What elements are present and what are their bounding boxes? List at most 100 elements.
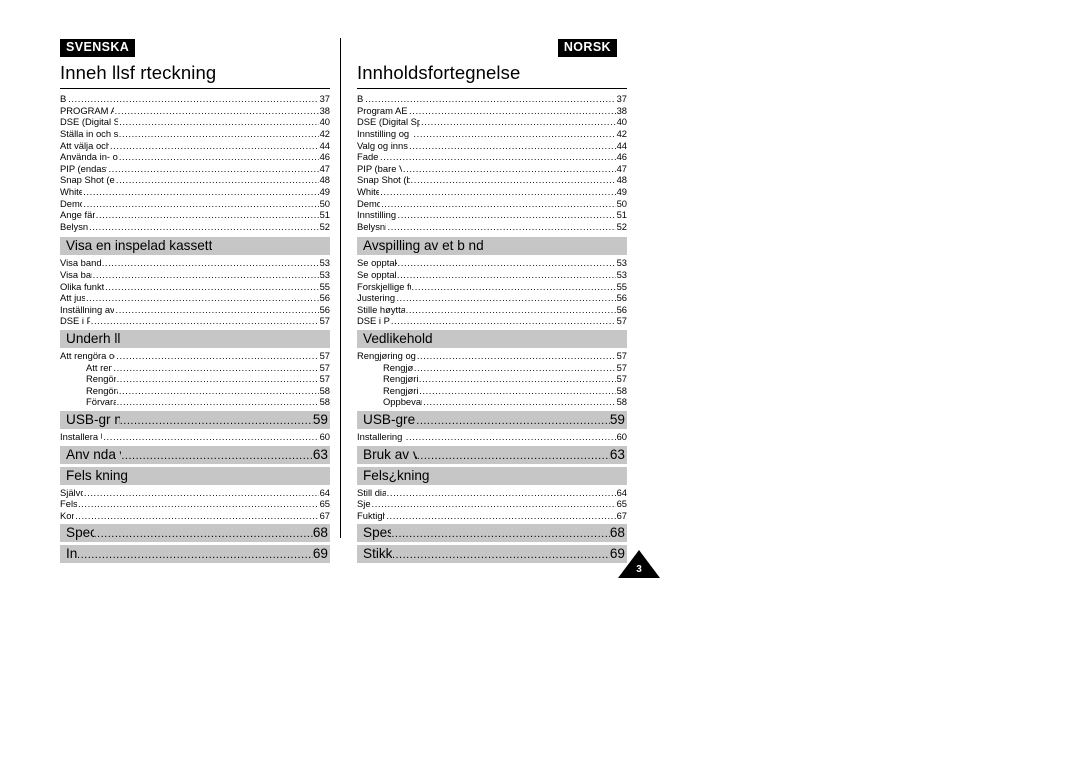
toc-entry-label: Installering av USB Media-program [357,430,405,442]
toc-entry[interactable]: Innstilling av farge dato/tittel........… [357,209,627,221]
leader-dots: ........................................… [78,498,319,510]
toc-entry[interactable]: Fade inn og ut..........................… [357,151,627,163]
toc-entry-label: Valg og innspilling av opptak med tittel [357,139,408,151]
toc-entry[interactable]: Självdiagnostik.........................… [60,487,330,499]
toc-entry[interactable]: Demonstrasjon...........................… [357,198,627,210]
toc-entry[interactable]: Ställa in och spela in datum/tid (DATE/T… [60,128,330,140]
toc-section-title: USB-grensesnitt (bare VP-L870) [363,411,416,427]
toc-entry[interactable]: Rengjøring og oppbevaring av videokamera… [357,350,627,362]
toc-section-header[interactable]: Bruk av videokameraet i utlandet........… [357,445,627,464]
toc-section-header[interactable]: Spesifikasjoner.........................… [357,524,627,543]
toc-sub-entry[interactable]: Förvara videokameran....................… [60,396,330,408]
toc-entry[interactable]: Innstilling og opptak av dato og klokkes… [357,128,627,140]
toc-sub-entry[interactable]: Rengöra LCD-panelen.....................… [60,373,330,385]
toc-entry[interactable]: BLC.....................................… [60,93,330,105]
toc-entry[interactable]: PROGRAM AE (Automatisk Exponering)......… [60,105,330,117]
toc-sub-entry[interactable]: Att rengöra sökaren.....................… [60,362,330,374]
toc-entry-label: Program AE (automatisk eksponering) [357,104,408,116]
toc-sub-entry[interactable]: Rengjøring av LCD-panelet...............… [357,373,627,385]
toc-section-title: Avspilling av et b nd [363,238,484,254]
toc-section-header[interactable]: Anv nda videokameran utomlands..........… [60,445,330,464]
toc-entry[interactable]: Olika funktioner i PLAYER-läget.........… [60,281,330,293]
toc-entry-label: Forskjellige funksjoner i PLAYER-modus [357,280,411,292]
toc-section-header[interactable]: Fels kning [60,466,330,485]
toc-entry[interactable]: Se opptaket i et TV-apparat.............… [357,269,627,281]
toc-entry[interactable]: DSE (Digital Special Effects) i CAMERA-i… [357,116,627,128]
leader-dots: ........................................… [419,384,616,396]
toc-entry[interactable]: Sjekking................................… [357,498,627,510]
toc-entry-page: 40 [616,116,627,128]
toc-section-title: Spesifikasjoner [363,525,392,541]
toc-section-title: Stikkordregister [363,546,392,562]
leader-dots: ........................................… [411,280,616,292]
toc-section-title: USB-gr nssnitt (endast VP-L870) [66,411,120,427]
toc-section-header[interactable]: Underh ll [60,329,330,348]
toc-entry[interactable]: Stille høyttaleren Speaker ON/OFF.......… [357,304,627,316]
toc-entry[interactable]: White Balance...........................… [60,186,330,198]
leader-dots: ........................................… [90,315,319,327]
toc-entry[interactable]: Installera USB Media-program............… [60,431,330,443]
toc-entry-page: 47 [319,162,330,174]
toc-entry-label: DSE (Digital Special Effects) i CAMERA-i… [357,116,421,128]
toc-entry[interactable]: White Balance...........................… [357,186,627,198]
toc-section-header[interactable]: USB-gr nssnitt (endast VP-L870).........… [60,410,330,429]
toc-section-header[interactable]: Visa en inspelad kassett [60,237,330,256]
toc-section-header[interactable]: Stikkordregister........................… [357,545,627,564]
toc-entry[interactable]: Se opptaket i LCD-displayet.............… [357,257,627,269]
toc-entry[interactable]: Still diagnosen selv....................… [357,487,627,499]
toc-entry[interactable]: BLC.....................................… [357,93,627,105]
toc-entry[interactable]: Visa bandet på LCD-panelen..............… [60,257,330,269]
toc-entry[interactable]: PIP (endast VP-L850/L850D/L870).........… [60,163,330,175]
toc-entry[interactable]: Justering av LCD-displayet..............… [357,292,627,304]
toc-entry[interactable]: Snap Shot (bare VP-L850/L850D/L870).....… [357,174,627,186]
toc-entry[interactable]: Använda in- och borttoning av bilden (FA… [60,151,330,163]
toc-entry-page: 57 [616,373,627,385]
toc-entry[interactable]: DSE i PLAYER-läge.......................… [60,315,330,327]
toc-entry[interactable]: Att rengöra och ta hand om videokameran.… [60,350,330,362]
toc-entry-page: 53 [319,268,330,280]
toc-entry[interactable]: Demonstration...........................… [60,198,330,210]
toc-entry-page: 51 [319,209,330,221]
toc-section-title: Vedlikehold [363,330,433,346]
toc-section-header[interactable]: Avspilling av et b nd [357,237,627,256]
toc-entry-page: 57 [319,373,330,385]
toc-sub-entry[interactable]: Rengjøring av videohodene...............… [357,385,627,397]
toc-entry[interactable]: Inställning av högtalare Speaker ON/OFF.… [60,304,330,316]
toc-entry[interactable]: Program AE (automatisk eksponering).....… [357,105,627,117]
leader-dots: ........................................… [391,549,610,562]
toc-entry-label: BLC [60,93,67,105]
toc-entry[interactable]: Valg og innspilling av opptak med tittel… [357,140,627,152]
toc-entry[interactable]: Visa bandet på en TV....................… [60,269,330,281]
toc-section-header[interactable]: USB-grensesnitt (bare VP-L870)..........… [357,410,627,429]
toc-section-page: 68 [312,525,328,541]
toc-entry[interactable]: Forskjellige funksjoner i PLAYER-modus..… [357,281,627,293]
toc-entry-label: Rengöra LCD-panelen [86,373,116,385]
toc-section-header[interactable]: Vedlikehold [357,329,627,348]
toc-entry[interactable]: Snap Shot (endast VP-L850/L850D/L870)...… [60,174,330,186]
toc-entry[interactable]: Att välja och spela in en titel (TITLE).… [60,140,330,152]
toc-entry[interactable]: DSE (Digital Special Effects) i CAMERA-l… [60,116,330,128]
toc-entry[interactable]: Fuktighet, kondens......................… [357,510,627,522]
toc-entry-page: 51 [616,209,627,221]
toc-entry[interactable]: Att justera LCDn........................… [60,292,330,304]
toc-section-header[interactable]: Fels¿kning [357,466,627,485]
toc-entry[interactable]: Belysningstekniker......................… [60,221,330,233]
column-swedish: SVENSKA Inneh llsf rteckning BLC........… [60,38,340,564]
toc-entry[interactable]: DSE i PLAYER modus......................… [357,315,627,327]
toc-sub-entry[interactable]: Oppbevaring av videokameraet............… [357,396,627,408]
toc-entry[interactable]: Installering av USB Media-program.......… [357,431,627,443]
title-rule-norwegian [357,88,627,90]
toc-entry[interactable]: Belysningsteknikker.....................… [357,221,627,233]
toc-sub-entry[interactable]: Rengjøring av søkeren...................… [357,362,627,374]
toc-sub-entry[interactable]: Rengöra videohuvudena...................… [60,385,330,397]
leader-dots: ........................................… [409,104,616,116]
toc-entry[interactable]: Ange färg för datum/titel...............… [60,209,330,221]
toc-section-header[interactable]: Index...................................… [60,545,330,564]
toc-entry-label: Demonstration [60,197,82,209]
toc-entry[interactable]: PIP (bare VP-L850/L850D/L870)...........… [357,163,627,175]
toc-section-header[interactable]: Specifikationer.........................… [60,524,330,543]
toc-section-title: Fels kning [66,467,128,483]
toc-entry-label: Fuktighet, kondens [357,509,386,521]
toc-entry[interactable]: Felsökning..............................… [60,498,330,510]
toc-entry[interactable]: Kondens.................................… [60,510,330,522]
